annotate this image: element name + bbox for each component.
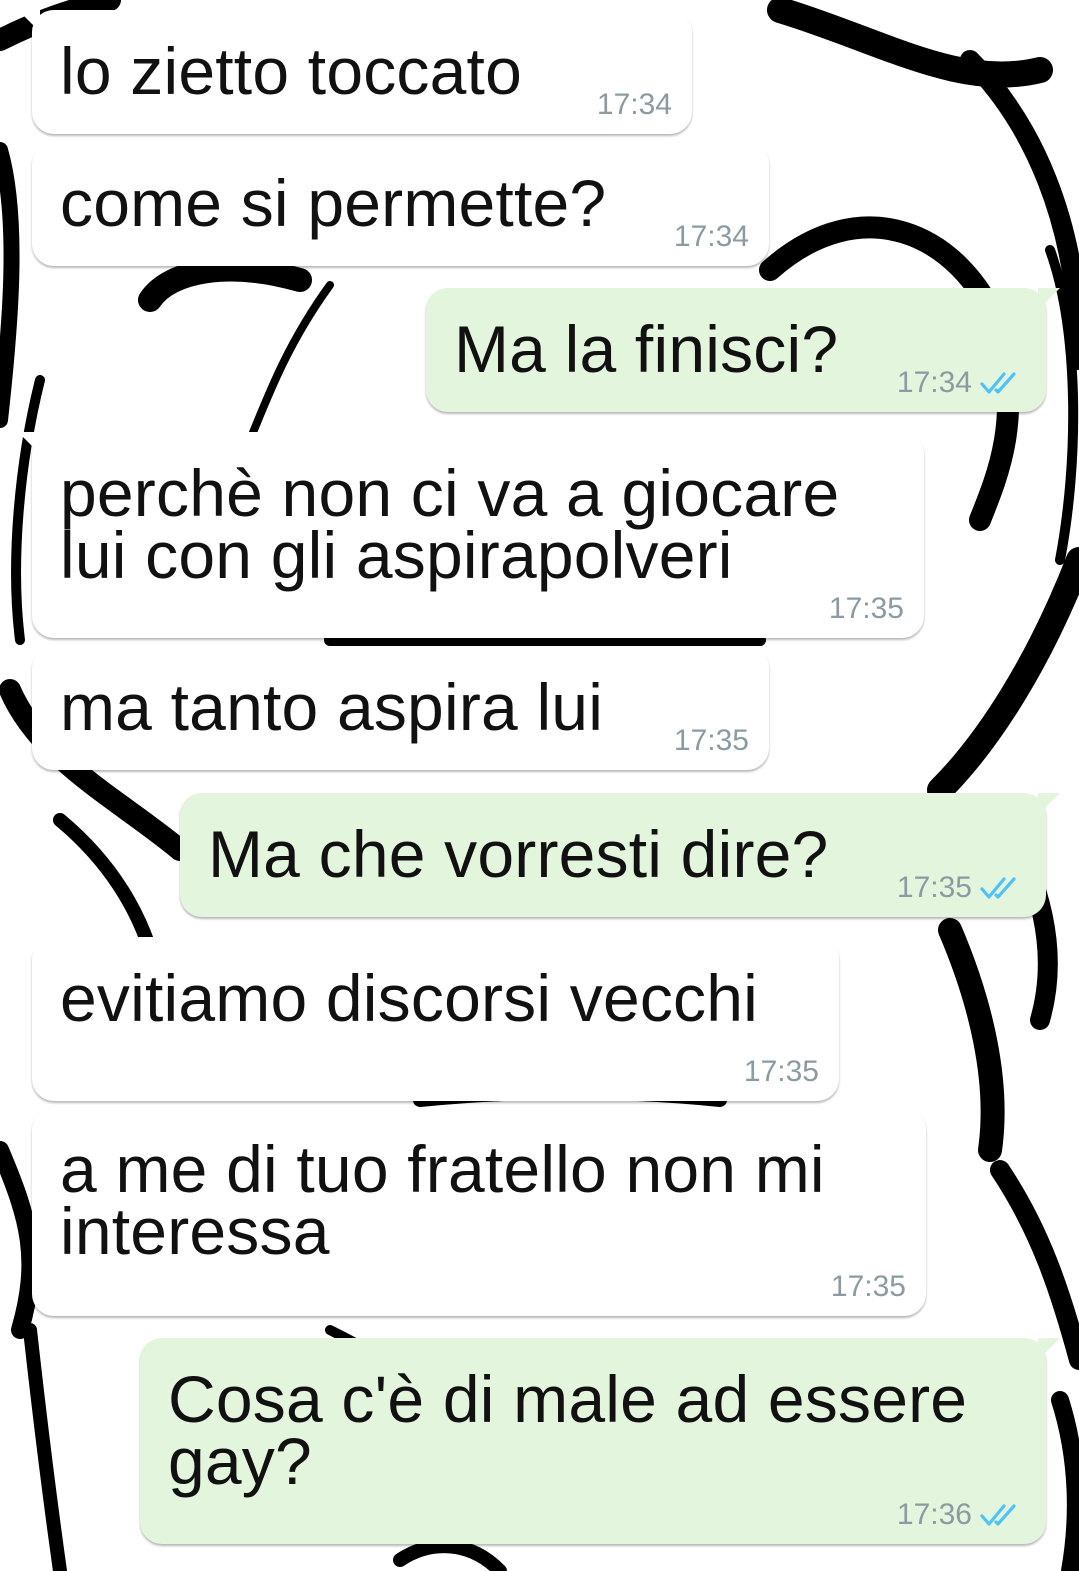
message-text: come si permette? [60,166,607,240]
incoming-message-bubble[interactable]: lo zietto toccato 17:34 [18,10,692,134]
double-check-icon [980,1504,1016,1526]
message-meta: 17:36 [897,1498,1026,1532]
message-text: lo zietto toccato [60,34,522,108]
message-time: 17:34 [673,220,749,253]
outgoing-message-bubble[interactable]: Ma che vorresti dire? 17:35 [180,793,1060,917]
message-time: 17:36 [896,1498,972,1531]
outgoing-message-bubble[interactable]: Cosa c'è di male ad essere gay? 17:36 [140,1338,1060,1544]
message-meta: 17:35 [829,592,904,626]
incoming-message-bubble[interactable]: come si permette? 17:34 [32,142,769,266]
message-text: ma tanto aspira lui [60,670,604,744]
double-check-icon [980,372,1016,394]
bubble-tail [1038,793,1060,815]
message-time: 17:35 [830,1270,906,1303]
message-meta: 17:34 [597,88,672,122]
incoming-message-bubble[interactable]: evitiamo discorsi vecchi 17:35 [18,937,839,1101]
bubble-tail [18,432,40,454]
bubble-tail [18,937,40,959]
message-text: a me di tuo fratello non mi interessa [60,1132,825,1268]
message-meta: 17:34 [897,366,1026,400]
incoming-message-bubble[interactable]: ma tanto aspira lui 17:35 [32,646,769,770]
incoming-message-bubble[interactable]: a me di tuo fratello non mi interessa 17… [32,1108,926,1316]
message-time: 17:34 [896,366,972,399]
bubble-tail [18,10,40,32]
outgoing-message-bubble[interactable]: Ma la finisci? 17:34 [426,288,1060,412]
message-text: Cosa c'è di male ad essere gay? [168,1362,968,1498]
chat-thread: lo zietto toccato 17:34 come si permette… [0,0,1079,1571]
bubble-tail [1038,1338,1060,1360]
message-time: 17:35 [896,871,972,904]
message-time: 17:35 [743,1055,819,1088]
message-meta: 17:34 [674,220,749,254]
bubble-tail [1038,288,1060,310]
double-check-icon [980,877,1016,899]
message-meta: 17:35 [831,1270,906,1304]
message-time: 17:35 [673,724,749,757]
message-time: 17:34 [596,88,672,121]
message-text: evitiamo discorsi vecchi [60,961,759,1035]
message-meta: 17:35 [744,1055,819,1089]
message-meta: 17:35 [897,871,1026,905]
message-text: perchè non ci va a giocare lui con gli a… [60,456,840,592]
message-time: 17:35 [828,592,904,625]
message-meta: 17:35 [674,724,749,758]
incoming-message-bubble[interactable]: perchè non ci va a giocare lui con gli a… [18,432,924,638]
